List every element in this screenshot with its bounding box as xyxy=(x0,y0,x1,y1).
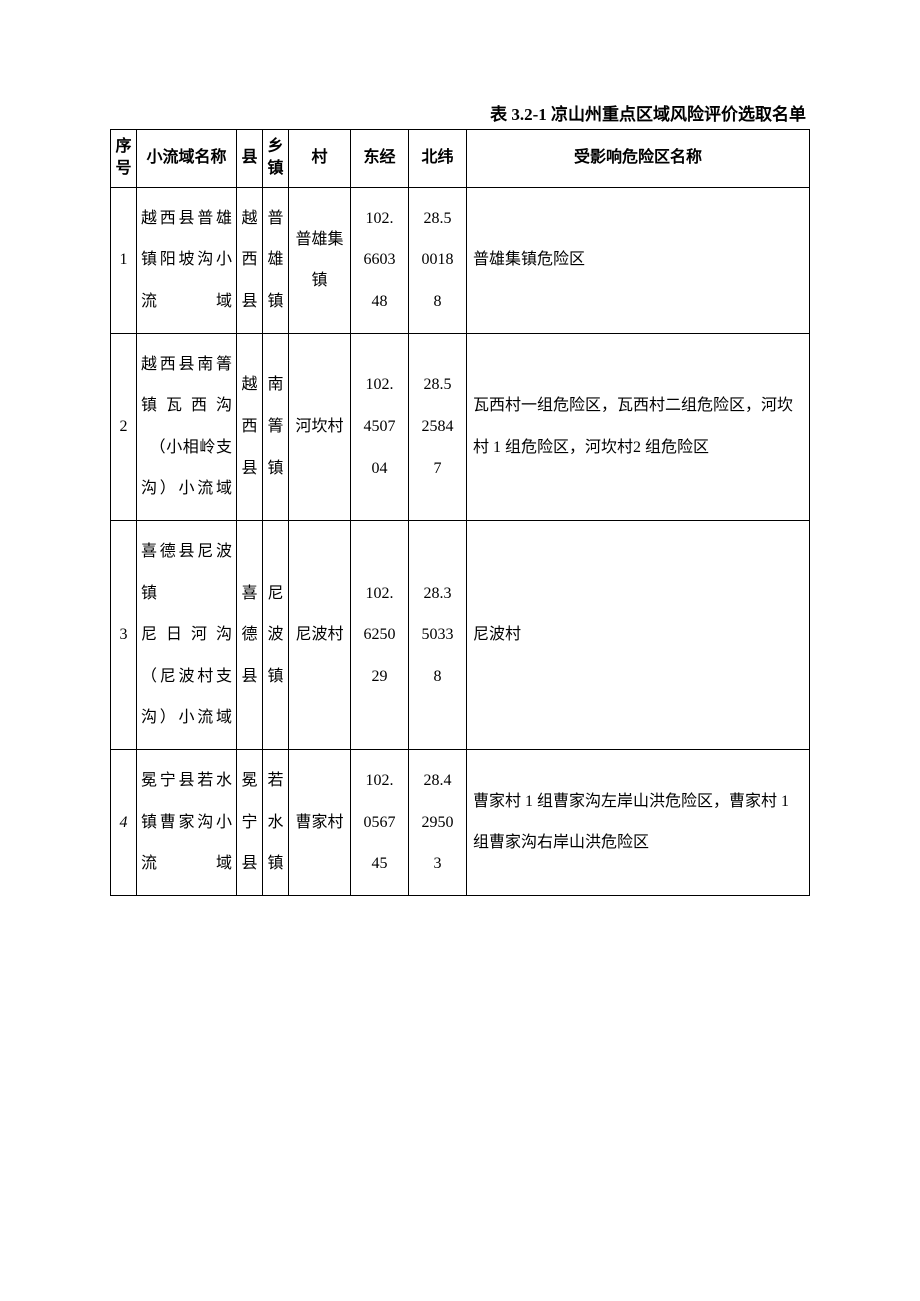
cell-lat: 28.350338 xyxy=(409,520,467,749)
cell-seq: 2 xyxy=(111,333,137,520)
cell-county: 越西县 xyxy=(237,187,263,333)
cell-village: 曹家村 xyxy=(289,749,351,895)
header-lon: 东经 xyxy=(351,130,409,188)
header-county: 县 xyxy=(237,130,263,188)
cell-risk: 普雄集镇危险区 xyxy=(467,187,810,333)
header-village: 村 xyxy=(289,130,351,188)
table-row: 4冕宁县若水镇曹家沟小流域冕宁县若水镇曹家村102.05674528.42950… xyxy=(111,749,810,895)
header-watershed: 小流域名称 xyxy=(137,130,237,188)
cell-county: 冕宁县 xyxy=(237,749,263,895)
table-row: 1越西县普雄镇阳坡沟小流域越西县普雄镇普雄集镇102.66034828.5001… xyxy=(111,187,810,333)
cell-village: 尼波村 xyxy=(289,520,351,749)
cell-village: 普雄集镇 xyxy=(289,187,351,333)
header-seq: 序号 xyxy=(111,130,137,188)
cell-lon: 102.450704 xyxy=(351,333,409,520)
cell-town: 若水镇 xyxy=(263,749,289,895)
cell-town: 普雄镇 xyxy=(263,187,289,333)
cell-risk: 瓦西村一组危险区，瓦西村二组危险区，河坎村 1 组危险区，河坎村2 组危险区 xyxy=(467,333,810,520)
cell-town: 南箐镇 xyxy=(263,333,289,520)
cell-lon: 102.660348 xyxy=(351,187,409,333)
cell-lon: 102.056745 xyxy=(351,749,409,895)
table-row: 3喜德县尼波镇尼日河沟（尼波村支沟）小流域喜德县尼波镇尼波村102.625029… xyxy=(111,520,810,749)
cell-lon: 102.625029 xyxy=(351,520,409,749)
cell-lat: 28.500188 xyxy=(409,187,467,333)
cell-seq: 4 xyxy=(111,749,137,895)
cell-town: 尼波镇 xyxy=(263,520,289,749)
cell-seq: 3 xyxy=(111,520,137,749)
header-town: 乡镇 xyxy=(263,130,289,188)
cell-watershed: 越西县普雄镇阳坡沟小流域 xyxy=(137,187,237,333)
table-row: 2越西县南箐镇瓦西沟 （小相岭支沟）小流域越西县南箐镇河坎村102.450704… xyxy=(111,333,810,520)
cell-risk: 曹家村 1 组曹家沟左岸山洪危险区，曹家村 1 组曹家沟右岸山洪危险区 xyxy=(467,749,810,895)
header-lat: 北纬 xyxy=(409,130,467,188)
table-header-row: 序号 小流域名称 县 乡镇 村 东经 北纬 受影响危险区名称 xyxy=(111,130,810,188)
cell-village: 河坎村 xyxy=(289,333,351,520)
cell-risk: 尼波村 xyxy=(467,520,810,749)
risk-table: 序号 小流域名称 县 乡镇 村 东经 北纬 受影响危险区名称 1越西县普雄镇阳坡… xyxy=(110,129,810,896)
header-risk: 受影响危险区名称 xyxy=(467,130,810,188)
cell-lat: 28.525847 xyxy=(409,333,467,520)
cell-seq: 1 xyxy=(111,187,137,333)
cell-county: 越西县 xyxy=(237,333,263,520)
cell-watershed: 冕宁县若水镇曹家沟小流域 xyxy=(137,749,237,895)
cell-county: 喜德县 xyxy=(237,520,263,749)
cell-lat: 28.429503 xyxy=(409,749,467,895)
table-title: 表 3.2-1 凉山州重点区域风险评价选取名单 xyxy=(110,100,810,125)
cell-watershed: 越西县南箐镇瓦西沟 （小相岭支沟）小流域 xyxy=(137,333,237,520)
cell-watershed: 喜德县尼波镇尼日河沟（尼波村支沟）小流域 xyxy=(137,520,237,749)
